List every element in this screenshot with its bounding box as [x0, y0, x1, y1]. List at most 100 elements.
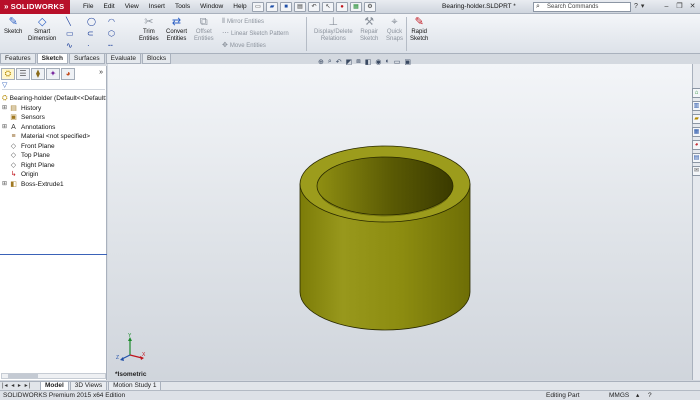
menu-window[interactable]: Window — [195, 0, 228, 14]
forum-icon[interactable]: ✉ — [692, 166, 700, 176]
tab-surfaces[interactable]: Surfaces — [68, 54, 105, 64]
display-style-icon[interactable]: ◧ — [365, 58, 372, 66]
new-document-icon[interactable]: ▭ — [252, 2, 264, 12]
tree-item-history[interactable]: ⊞ ▤ History — [2, 104, 106, 114]
search-commands-box[interactable]: ⌕ Search Commands — [533, 2, 631, 12]
command-manager: ✎ Sketch ◇ Smart Dimension ╲ ◯ ◠ ▭ ⊂ ⬡ ∿… — [0, 14, 700, 54]
feature-manager-tab-icon[interactable]: ⛭ — [1, 68, 15, 80]
tree-item-boss-extrude1[interactable]: ⊞ ◧ Boss-Extrude1 — [2, 180, 106, 190]
smart-dimension-button[interactable]: ◇ Smart Dimension — [28, 16, 56, 43]
menu-insert[interactable]: Insert — [144, 0, 170, 14]
quick-snaps-label-2: Snaps — [386, 36, 404, 42]
menu-edit[interactable]: Edit — [98, 0, 119, 14]
configuration-manager-tab-icon[interactable]: ⧫ — [31, 68, 45, 80]
centerline-icon[interactable]: ╌ — [108, 40, 128, 51]
view-palette-icon[interactable]: ▦ — [692, 127, 700, 137]
polygon-icon[interactable]: ⬡ — [108, 28, 128, 39]
solidworks-logo[interactable]: » SOLIDWORKS — [0, 0, 70, 14]
smart-dimension-icon: ◇ — [37, 16, 47, 28]
tab-blocks[interactable]: Blocks — [141, 54, 172, 64]
trim-entities-button[interactable]: ✂ Trim Entities — [139, 16, 159, 43]
hide-show-icon[interactable]: ◉ — [375, 58, 381, 66]
arc-icon[interactable]: ◠ — [108, 16, 128, 27]
units-dropdown-icon[interactable]: ▴ — [636, 391, 639, 400]
circle-icon[interactable]: ◯ — [87, 16, 107, 27]
line-icon[interactable]: ╲ — [66, 16, 86, 27]
tree-item-sensors[interactable]: ▣ Sensors — [2, 113, 106, 123]
property-manager-tab-icon[interactable]: ☰ — [16, 68, 30, 80]
open-icon[interactable]: ▰ — [266, 2, 278, 12]
tree-item-label: History — [21, 104, 42, 112]
display-delete-relations-button[interactable]: ⊥ Display/Delete Relations — [314, 16, 353, 43]
menu-file[interactable]: File — [78, 0, 98, 14]
zoom-to-area-icon[interactable]: ⌕ — [328, 58, 332, 66]
tab-evaluate[interactable]: Evaluate — [105, 54, 141, 64]
linear-pattern-label: Linear Sketch Pattern — [231, 31, 289, 37]
part-model[interactable] — [108, 64, 692, 380]
rectangle-icon[interactable]: ▭ — [66, 28, 86, 39]
graphics-area[interactable]: ⊕ ⌕ ↶ ◩ ⧈ ◧ ◉ ◐ ▭ ▣ — [108, 58, 692, 380]
feature-tree: ⛭ Bearing-holder (Default<<Default> ⊞ ▤ … — [2, 94, 106, 189]
rapid-sketch-button[interactable]: ✎ Rapid Sketch — [410, 16, 428, 43]
options-icon[interactable]: ⚙ — [364, 2, 376, 12]
tree-item-material[interactable]: ≡ Material <not specified> — [2, 132, 106, 142]
tab-sketch[interactable]: Sketch — [36, 54, 68, 64]
menu-view[interactable]: View — [120, 0, 144, 14]
close-icon[interactable]: ✕ — [687, 1, 698, 12]
apply-scene-icon[interactable]: ▭ — [394, 58, 401, 66]
design-library-icon[interactable]: ▥ — [692, 101, 700, 111]
offset-entities-button[interactable]: ⧉ Offset Entities — [194, 16, 214, 43]
rollback-bar[interactable] — [0, 254, 107, 255]
custom-properties-icon[interactable]: ▤ — [692, 153, 700, 163]
section-view-icon[interactable]: ◩ — [346, 58, 353, 66]
move-entities-button[interactable]: ✥ Move Entities — [222, 41, 266, 51]
help-dropdown-icon[interactable]: ▾ — [641, 2, 645, 12]
mirror-entities-button[interactable]: ⫴ Mirror Entities — [222, 17, 264, 27]
sketch-button[interactable]: ✎ Sketch — [4, 16, 22, 36]
quick-snaps-button[interactable]: ⌖ Quick Snaps — [386, 16, 403, 43]
tree-item-right-plane[interactable]: ◇ Right Plane — [2, 161, 106, 171]
panel-expand-icon[interactable]: » — [99, 69, 103, 76]
spline-icon[interactable]: ∿ — [66, 40, 86, 51]
view-orientation-icon[interactable]: ⧈ — [356, 58, 360, 66]
restore-icon[interactable]: ❐ — [674, 1, 685, 12]
panel-horizontal-scrollbar[interactable] — [1, 373, 106, 379]
units-selector[interactable]: MMGS — [609, 391, 629, 400]
edit-appearance-icon[interactable]: ◐ — [385, 58, 389, 66]
point-icon[interactable]: · — [87, 40, 107, 51]
menu-help[interactable]: Help — [228, 0, 251, 14]
tab-navigation-arrows[interactable]: |◂ ◂ ▸ ▸| — [2, 382, 31, 390]
scrollbar-thumb[interactable] — [8, 374, 38, 378]
file-explorer-icon[interactable]: ▰ — [692, 114, 700, 124]
menu-tools[interactable]: Tools — [170, 0, 195, 14]
rebuild-icon[interactable]: ● — [336, 2, 348, 12]
undo-icon[interactable]: ↶ — [308, 2, 320, 12]
help-icon[interactable]: ? — [634, 2, 638, 12]
view-settings-icon[interactable]: ▣ — [404, 58, 411, 66]
tree-item-top-plane[interactable]: ◇ Top Plane — [2, 151, 106, 161]
repair-sketch-button[interactable]: ⚒ Repair Sketch — [360, 16, 378, 43]
tree-item-front-plane[interactable]: ◇ Front Plane — [2, 142, 106, 152]
previous-view-icon[interactable]: ↶ — [336, 58, 342, 66]
tree-root[interactable]: ⛭ Bearing-holder (Default<<Default> — [2, 94, 106, 104]
solidworks-resources-icon[interactable]: ⌂ — [692, 88, 700, 98]
minimize-icon[interactable]: – — [661, 1, 672, 12]
dimxpert-manager-tab-icon[interactable]: ✦ — [46, 68, 60, 80]
command-separator — [306, 17, 307, 51]
file-properties-icon[interactable]: ▦ — [350, 2, 362, 12]
display-manager-tab-icon[interactable]: ◕ — [61, 68, 75, 80]
help-status-icon[interactable]: ? — [648, 391, 652, 400]
plane-icon: ◇ — [10, 142, 17, 150]
slot-icon[interactable]: ⊂ — [87, 28, 107, 39]
convert-entities-button[interactable]: ⇄ Convert Entities — [166, 16, 187, 43]
tree-filter[interactable]: ▽ — [2, 82, 105, 90]
select-icon[interactable]: ↖ — [322, 2, 334, 12]
save-icon[interactable]: ■ — [280, 2, 292, 12]
tab-features[interactable]: Features — [0, 54, 36, 64]
tree-item-origin[interactable]: ↳ Origin — [2, 170, 106, 180]
appearances-icon[interactable]: ◕ — [692, 140, 700, 150]
tree-item-annotations[interactable]: ⊞ A Annotations — [2, 123, 106, 133]
zoom-to-fit-icon[interactable]: ⊕ — [318, 58, 324, 66]
linear-sketch-pattern-button[interactable]: ⋯ Linear Sketch Pattern — [222, 29, 289, 39]
print-icon[interactable]: ▤ — [294, 2, 306, 12]
